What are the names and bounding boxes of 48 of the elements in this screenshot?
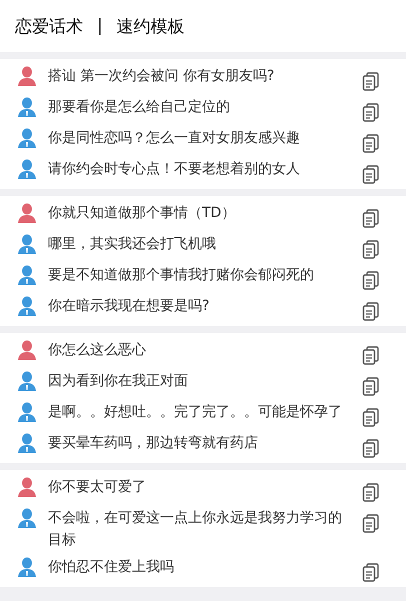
male-user-icon	[17, 97, 37, 117]
copy-icon[interactable]	[362, 514, 380, 533]
female-user-icon	[17, 66, 37, 86]
dialogue-line: 搭讪 第一次约会被问 你有女朋友吗?	[48, 67, 276, 86]
copy-icon[interactable]	[362, 346, 380, 365]
copy-icon[interactable]	[362, 240, 380, 259]
copy-icon[interactable]	[362, 103, 380, 122]
male-user-icon	[17, 508, 37, 528]
copy-icon[interactable]	[362, 302, 380, 321]
title-separator: |	[97, 16, 103, 36]
male-user-icon	[17, 234, 37, 254]
male-user-icon	[17, 371, 37, 391]
dialogue-line: 请你约会时专心点！不要老想着别的女人	[48, 160, 301, 179]
dialogue-line: 不会啦，在可爱这一点上你永远是我努力学习的目标	[48, 509, 342, 550]
male-user-icon	[17, 557, 37, 577]
dialogue-line: 你在暗示我现在想要是吗?	[48, 297, 210, 316]
female-user-icon	[17, 203, 37, 223]
dialogue-line: 哪里，其实我还会打飞机哦	[48, 235, 217, 254]
female-user-icon	[17, 477, 37, 497]
dialogue-line: 要买晕车药吗，那边转弯就有药店	[48, 434, 259, 453]
dialogue-line: 你怕忍不住爱上我吗	[48, 558, 175, 577]
copy-icon[interactable]	[362, 209, 380, 228]
copy-icon[interactable]	[362, 439, 380, 458]
dialogue-line: 因为看到你在我正对面	[48, 372, 189, 391]
female-user-icon	[17, 340, 37, 360]
male-user-icon	[17, 159, 37, 179]
dialogue-line: 是啊。。好想吐。。完了完了。。可能是怀孕了	[48, 403, 342, 422]
page-title: 恋爱话术	[15, 16, 83, 38]
dialogue-line: 你不要太可爱了	[48, 478, 147, 497]
copy-icon[interactable]	[362, 165, 380, 184]
copy-icon[interactable]	[362, 563, 380, 582]
male-user-icon	[17, 433, 37, 453]
dialogue-line: 要是不知道做那个事情我打赌你会郁闷死的	[48, 266, 315, 285]
copy-icon[interactable]	[362, 271, 380, 290]
copy-icon[interactable]	[362, 72, 380, 91]
copy-icon[interactable]	[362, 134, 380, 153]
page-subtitle: 速约模板	[116, 16, 185, 38]
male-user-icon	[17, 296, 37, 316]
male-user-icon	[17, 128, 37, 148]
copy-icon[interactable]	[362, 377, 380, 396]
dialogue-line: 你怎么这么恶心	[48, 341, 147, 360]
male-user-icon	[17, 265, 37, 285]
copy-icon[interactable]	[362, 483, 380, 502]
dialogue-line: 你是同性恋吗？怎么一直对女朋友感兴趣	[48, 129, 301, 148]
dialogue-line: 你就只知道做那个事情（TD）	[48, 204, 236, 223]
dialogue-line: 那要看你是怎么给自己定位的	[48, 98, 231, 117]
copy-icon[interactable]	[362, 408, 380, 427]
male-user-icon	[17, 402, 37, 422]
